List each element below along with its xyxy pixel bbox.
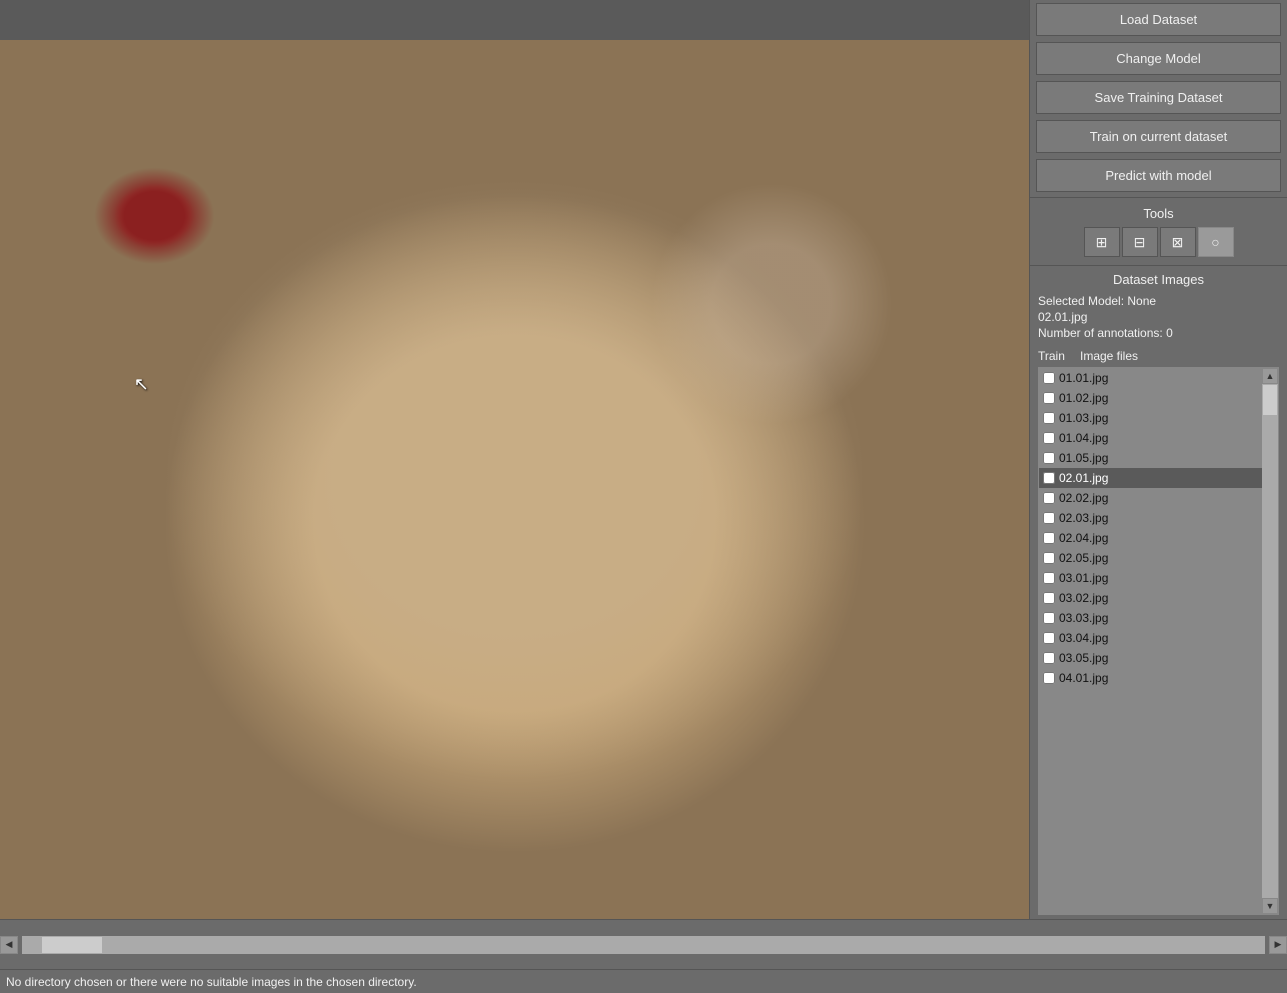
file-name-label: 02.02.jpg <box>1059 491 1108 505</box>
file-name-label: 02.04.jpg <box>1059 531 1108 545</box>
scroll-left-arrow[interactable]: ◀ <box>0 936 18 954</box>
add-box-icon: ⊞ <box>1096 234 1108 251</box>
circle-tool-icon: ○ <box>1211 234 1219 250</box>
file-list-item[interactable]: 01.05.jpg <box>1039 448 1262 468</box>
file-name-label: 03.04.jpg <box>1059 631 1108 645</box>
app-window: ↖ Load Dataset Change Model Save Trainin… <box>0 0 1287 993</box>
file-list-item[interactable]: 02.05.jpg <box>1039 548 1262 568</box>
remove-box-tool[interactable]: ⊠ <box>1160 227 1196 257</box>
file-list-item[interactable]: 01.03.jpg <box>1039 408 1262 428</box>
status-bar: No directory chosen or there were no sui… <box>0 969 1287 993</box>
file-list-scroll[interactable]: 01.01.jpg 01.02.jpg 01.03.jpg 01.04.jpg 01.0… <box>1039 368 1262 914</box>
file-name-label: 03.03.jpg <box>1059 611 1108 625</box>
circle-tool[interactable]: ○ <box>1198 227 1234 257</box>
save-training-button[interactable]: Save Training Dataset <box>1036 81 1281 114</box>
file-list-item[interactable]: 02.03.jpg <box>1039 508 1262 528</box>
edit-box-tool[interactable]: ⊟ <box>1122 227 1158 257</box>
file-list-item[interactable]: 02.02.jpg <box>1039 488 1262 508</box>
file-checkbox[interactable] <box>1043 612 1055 624</box>
file-name-label: 01.05.jpg <box>1059 451 1108 465</box>
file-name-label: 01.02.jpg <box>1059 391 1108 405</box>
main-image: ↖ <box>0 40 1029 919</box>
file-checkbox[interactable] <box>1043 492 1055 504</box>
file-checkbox[interactable] <box>1043 572 1055 584</box>
bottom-bar: ◀ ▶ <box>0 919 1287 969</box>
file-name-label: 04.01.jpg <box>1059 671 1108 685</box>
file-checkbox[interactable] <box>1043 632 1055 644</box>
file-list-item[interactable]: 03.03.jpg <box>1039 608 1262 628</box>
file-list-item[interactable]: 02.01.jpg <box>1039 468 1262 488</box>
top-bar <box>0 0 1029 40</box>
file-name-label: 01.01.jpg <box>1059 371 1108 385</box>
file-checkbox[interactable] <box>1043 652 1055 664</box>
scrollbar-track: ▲ ▼ <box>1262 368 1278 914</box>
file-name-label: 02.05.jpg <box>1059 551 1108 565</box>
file-list-header: Train Image files <box>1038 345 1279 365</box>
col-images-header: Image files <box>1080 349 1138 363</box>
file-list-item[interactable]: 03.02.jpg <box>1039 588 1262 608</box>
edit-box-icon: ⊟ <box>1134 234 1146 251</box>
file-checkbox[interactable] <box>1043 372 1055 384</box>
annotations-info: Number of annotations: 0 <box>1038 325 1279 341</box>
load-dataset-button[interactable]: Load Dataset <box>1036 3 1281 36</box>
file-checkbox[interactable] <box>1043 452 1055 464</box>
tools-section: Tools ⊞ ⊟ ⊠ ○ <box>1030 200 1287 263</box>
scroll-thumb[interactable] <box>1263 385 1277 415</box>
status-text: No directory chosen or there were no sui… <box>6 975 417 989</box>
train-current-button[interactable]: Train on current dataset <box>1036 120 1281 153</box>
scroll-down-arrow[interactable]: ▼ <box>1262 898 1278 914</box>
file-name-label: 03.01.jpg <box>1059 571 1108 585</box>
file-name-label: 01.03.jpg <box>1059 411 1108 425</box>
file-list-item[interactable]: 04.01.jpg <box>1039 668 1262 688</box>
scroll-up-arrow[interactable]: ▲ <box>1262 368 1278 384</box>
file-checkbox[interactable] <box>1043 672 1055 684</box>
predict-model-button[interactable]: Predict with model <box>1036 159 1281 192</box>
change-model-button[interactable]: Change Model <box>1036 42 1281 75</box>
file-list-item[interactable]: 01.02.jpg <box>1039 388 1262 408</box>
top-area: ↖ Load Dataset Change Model Save Trainin… <box>0 0 1287 919</box>
sidebar: Load Dataset Change Model Save Training … <box>1029 0 1287 919</box>
remove-box-icon: ⊠ <box>1172 234 1184 251</box>
file-checkbox[interactable] <box>1043 392 1055 404</box>
file-name-label: 02.01.jpg <box>1059 471 1108 485</box>
file-list-item[interactable]: 01.01.jpg <box>1039 368 1262 388</box>
file-checkbox[interactable] <box>1043 552 1055 564</box>
canvas-area: ↖ <box>0 0 1029 919</box>
file-name-label: 01.04.jpg <box>1059 431 1108 445</box>
file-checkbox[interactable] <box>1043 512 1055 524</box>
current-file-info: 02.01.jpg <box>1038 309 1279 325</box>
file-checkbox[interactable] <box>1043 472 1055 484</box>
file-name-label: 03.02.jpg <box>1059 591 1108 605</box>
cursor: ↖ <box>134 374 149 395</box>
file-list-item[interactable]: 02.04.jpg <box>1039 528 1262 548</box>
selected-model-info: Selected Model: None <box>1038 293 1279 309</box>
dataset-title: Dataset Images <box>1038 272 1279 287</box>
col-train-header: Train <box>1038 349 1080 363</box>
file-list-item[interactable]: 01.04.jpg <box>1039 428 1262 448</box>
horizontal-scroll-track[interactable] <box>22 936 1265 954</box>
horizontal-scroll-thumb[interactable] <box>42 937 102 953</box>
file-checkbox[interactable] <box>1043 412 1055 424</box>
tools-row: ⊞ ⊟ ⊠ ○ <box>1036 227 1281 257</box>
file-checkbox[interactable] <box>1043 592 1055 604</box>
tools-label: Tools <box>1036 206 1281 221</box>
file-checkbox[interactable] <box>1043 432 1055 444</box>
file-list-item[interactable]: 03.05.jpg <box>1039 648 1262 668</box>
file-list-wrapper: Train Image files 01.01.jpg01.02.jpg01.0… <box>1030 345 1287 919</box>
dataset-section: Dataset Images Selected Model: None 02.0… <box>1030 268 1287 345</box>
file-name-label: 02.03.jpg <box>1059 511 1108 525</box>
scroll-right-arrow[interactable]: ▶ <box>1269 936 1287 954</box>
image-container: ↖ <box>0 40 1029 919</box>
file-checkbox[interactable] <box>1043 532 1055 544</box>
file-name-label: 03.05.jpg <box>1059 651 1108 665</box>
add-box-tool[interactable]: ⊞ <box>1084 227 1120 257</box>
file-list-item[interactable]: 03.04.jpg <box>1039 628 1262 648</box>
file-list-container: 01.01.jpg 01.02.jpg 01.03.jpg 01.04.jpg 01.0… <box>1038 367 1279 915</box>
file-list-item[interactable]: 03.01.jpg <box>1039 568 1262 588</box>
